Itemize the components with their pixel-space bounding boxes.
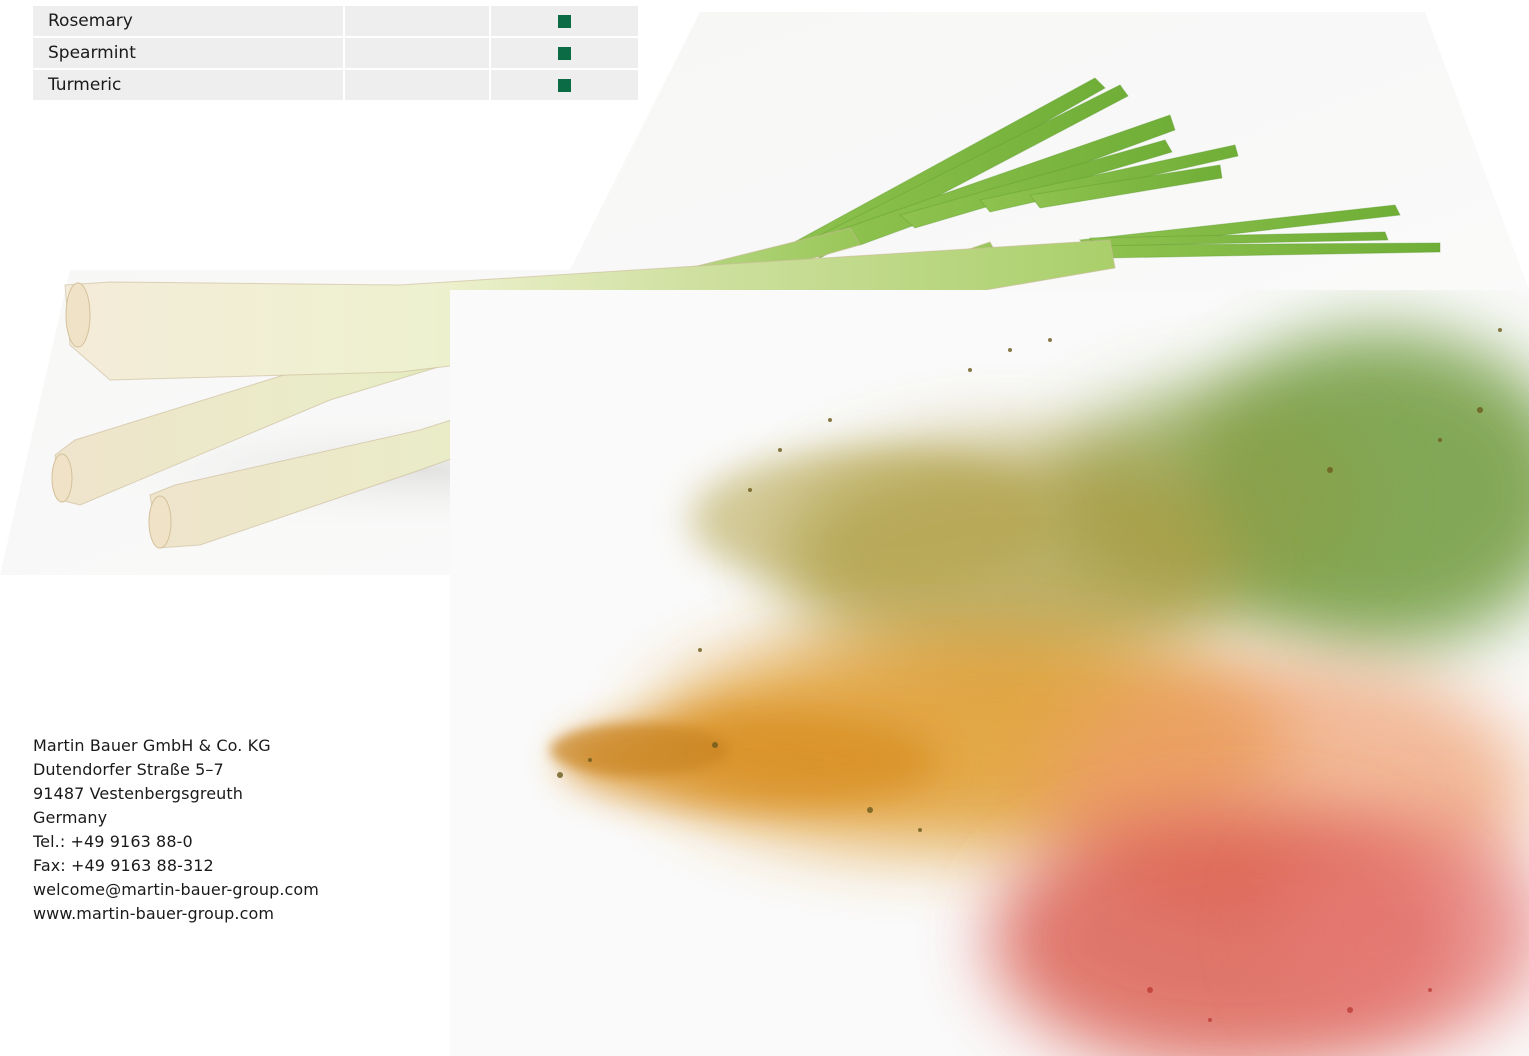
table-row: Rosemary [33, 6, 638, 36]
fax-number: Fax: +49 9163 88-312 [33, 856, 214, 875]
table-row: Turmeric [33, 70, 638, 100]
country: Germany [33, 808, 108, 827]
ingredient-table-body: Rosemary Spearmint Turmeric [33, 6, 638, 100]
street-address: Dutendorfer Straße 5–7 [33, 760, 224, 779]
empty-cell [344, 38, 492, 68]
powder-splash-image [450, 290, 1529, 1056]
green-square-icon [558, 14, 572, 28]
city-line: 91487 Vestenbergsgreuth [33, 784, 243, 803]
ingredient-name: Turmeric [33, 70, 345, 100]
ingredient-name: Rosemary [33, 6, 345, 36]
website-link[interactable]: www.martin-bauer-group.com [33, 902, 319, 926]
ingredient-table: Rosemary Spearmint Turmeric [33, 4, 638, 102]
empty-cell [344, 70, 492, 100]
check-cell [491, 6, 638, 36]
green-square-icon [558, 78, 572, 92]
company-name: Martin Bauer GmbH & Co. KG [33, 736, 271, 755]
green-square-icon [558, 46, 572, 60]
table-row: Spearmint [33, 38, 638, 68]
ingredient-name: Spearmint [33, 38, 345, 68]
check-cell [491, 70, 638, 100]
phone-number: Tel.: +49 9163 88-0 [33, 832, 193, 851]
check-cell [491, 38, 638, 68]
company-address: Martin Bauer GmbH & Co. KG Dutendorfer S… [33, 734, 319, 926]
email-link[interactable]: welcome@martin-bauer-group.com [33, 878, 319, 902]
brochure-page: Rosemary Spearmint Turmeric Martin Bauer… [0, 0, 1529, 1056]
empty-cell [344, 6, 492, 36]
